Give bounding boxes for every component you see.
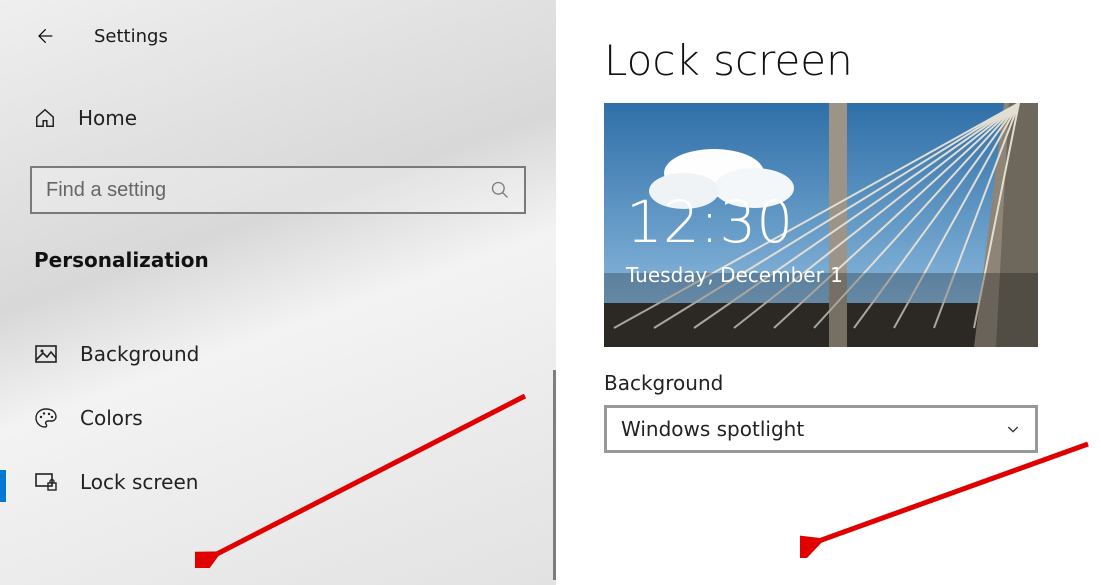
sidebar-item-lock-screen[interactable]: Lock screen bbox=[0, 450, 556, 514]
page-title: Lock screen bbox=[604, 36, 1101, 85]
home-icon bbox=[34, 107, 56, 129]
search-icon bbox=[490, 180, 510, 200]
preview-date: Tuesday, December 1 bbox=[626, 263, 843, 287]
sidebar-item-label: Colors bbox=[80, 406, 143, 430]
sidebar-item-label: Background bbox=[80, 342, 199, 366]
picture-icon bbox=[34, 342, 58, 366]
background-field-label: Background bbox=[604, 371, 1101, 395]
settings-sidebar: Settings Home Personalization bbox=[0, 0, 556, 585]
background-dropdown[interactable]: Windows spotlight bbox=[604, 405, 1038, 453]
background-dropdown-value: Windows spotlight bbox=[621, 417, 804, 441]
scrollbar-thumb[interactable] bbox=[553, 370, 556, 580]
titlebar: Settings bbox=[0, 8, 556, 64]
lock-screen-preview: 12:30 Tuesday, December 1 bbox=[604, 103, 1038, 347]
app-title: Settings bbox=[94, 26, 168, 47]
sidebar-item-label: Lock screen bbox=[80, 470, 198, 494]
palette-icon bbox=[34, 406, 58, 430]
sidebar-nav: Background Colors Lock screen bbox=[0, 322, 556, 514]
arrow-left-icon bbox=[34, 26, 54, 46]
home-label: Home bbox=[78, 106, 137, 130]
search-input[interactable] bbox=[46, 179, 490, 202]
lock-screen-icon bbox=[34, 470, 58, 494]
home-nav[interactable]: Home bbox=[0, 92, 556, 144]
sidebar-item-colors[interactable]: Colors bbox=[0, 386, 556, 450]
section-header: Personalization bbox=[34, 248, 556, 272]
search-settings[interactable] bbox=[30, 166, 526, 214]
chevron-down-icon bbox=[1005, 421, 1021, 437]
back-button[interactable] bbox=[24, 16, 64, 56]
content-pane: Lock screen bbox=[556, 0, 1101, 585]
preview-time: 12:30 bbox=[626, 193, 793, 251]
sidebar-item-background[interactable]: Background bbox=[0, 322, 556, 386]
